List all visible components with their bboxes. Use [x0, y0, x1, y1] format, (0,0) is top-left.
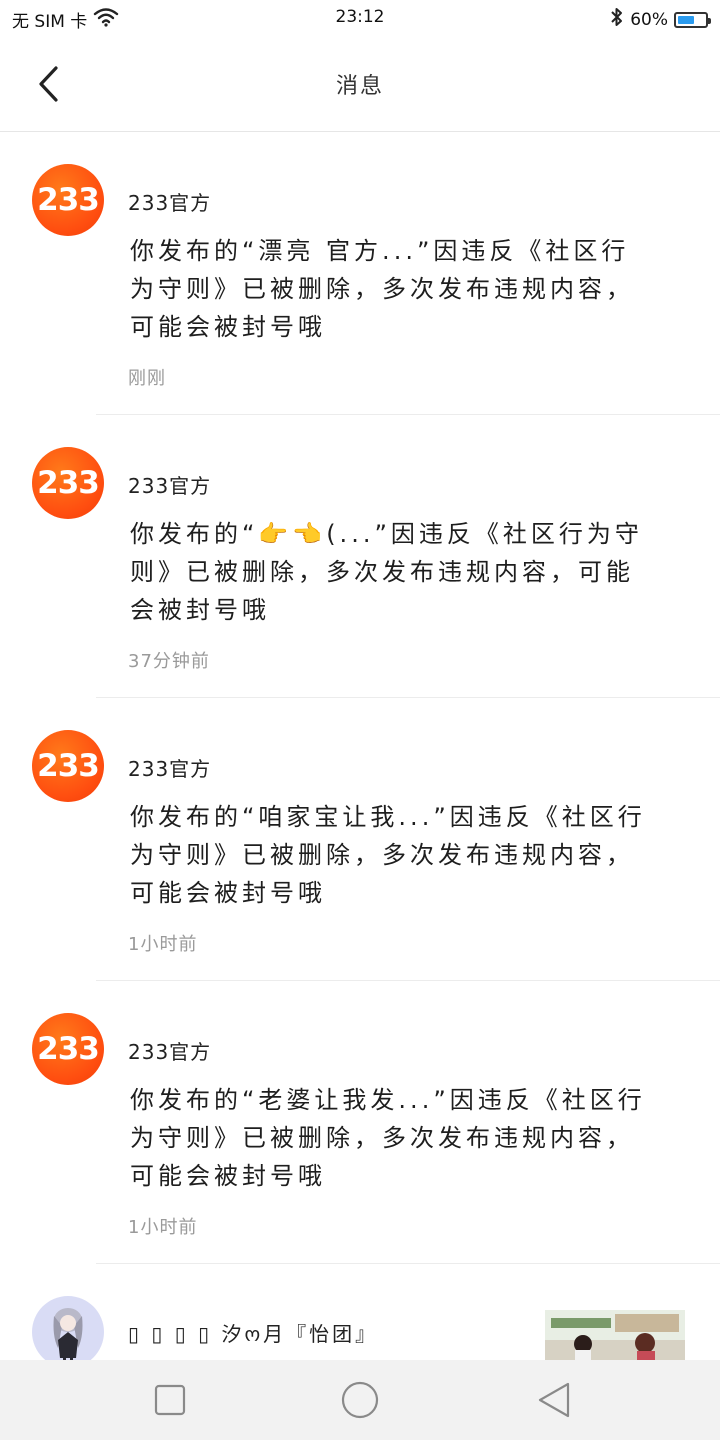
sender-name: 233官方	[128, 1040, 212, 1064]
message-time: 刚刚	[128, 368, 166, 389]
message-text: 你发布的“老婆让我发...”因违反《社区行为守则》已被删除，多次发布违规内容，可…	[130, 1086, 646, 1190]
sender-name: 233官方	[128, 757, 212, 781]
battery-percent: 60%	[630, 9, 668, 30]
system-nav-bar	[0, 1360, 720, 1440]
home-button[interactable]	[338, 1378, 382, 1422]
page-title: 消息	[335, 74, 384, 99]
status-bar: 无 SIM 卡 23:12 60%	[0, 0, 720, 36]
message-item[interactable]: 233 233官方 你发布的“老婆让我发...”因违反《社区行为守则》已被删除，…	[0, 981, 720, 1264]
user-avatar[interactable]	[32, 1296, 104, 1368]
message-text: 你发布的“👉👈(...”因违反《社区行为守则》已被删除，多次发布违规内容，可能会…	[130, 520, 643, 624]
battery-fill	[678, 15, 694, 24]
sender-name: 233官方	[128, 474, 212, 498]
back-nav-button[interactable]	[532, 1378, 576, 1422]
header: 消息	[0, 36, 720, 132]
sender-name: ▯ ▯ ▯ ▯ 汐ო月『怡团』	[128, 1322, 379, 1346]
message-time: 37分钟前	[128, 651, 210, 672]
square-icon	[154, 1384, 186, 1416]
status-right: 60%	[610, 7, 711, 32]
circle-icon	[341, 1381, 379, 1419]
message-text: 你发布的“漂亮 官方...”因违反《社区行为守则》已被删除，多次发布违规内容，可…	[130, 237, 634, 341]
message-text: 你发布的“咱家宝让我...”因违反《社区行为守则》已被删除，多次发布违规内容，可…	[130, 803, 646, 907]
message-time: 1小时前	[128, 934, 198, 955]
message-item-partial[interactable]: ▯ ▯ ▯ ▯ 汐ო月『怡团』	[0, 1264, 720, 1370]
battery-icon	[674, 11, 711, 28]
official-avatar[interactable]: 233	[32, 730, 104, 802]
official-avatar[interactable]: 233	[32, 447, 104, 519]
message-item[interactable]: 233 233官方 你发布的“咱家宝让我...”因违反《社区行为守则》已被删除，…	[0, 698, 720, 981]
message-time: 1小时前	[128, 1217, 198, 1238]
official-avatar[interactable]: 233	[32, 164, 104, 236]
battery-tip	[708, 17, 711, 24]
message-list: 233 233官方 你发布的“漂亮 官方...”因违反《社区行为守则》已被删除，…	[0, 132, 720, 1264]
message-item[interactable]: 233 233官方 你发布的“漂亮 官方...”因违反《社区行为守则》已被删除，…	[0, 132, 720, 415]
recent-apps-button[interactable]	[148, 1378, 192, 1422]
bluetooth-icon	[610, 7, 624, 32]
message-item[interactable]: 233 233官方 你发布的“👉👈(...”因违反《社区行为守则》已被删除，多次…	[0, 415, 720, 698]
official-avatar[interactable]: 233	[32, 1013, 104, 1085]
sender-name: 233官方	[128, 191, 212, 215]
triangle-back-icon	[538, 1382, 570, 1418]
